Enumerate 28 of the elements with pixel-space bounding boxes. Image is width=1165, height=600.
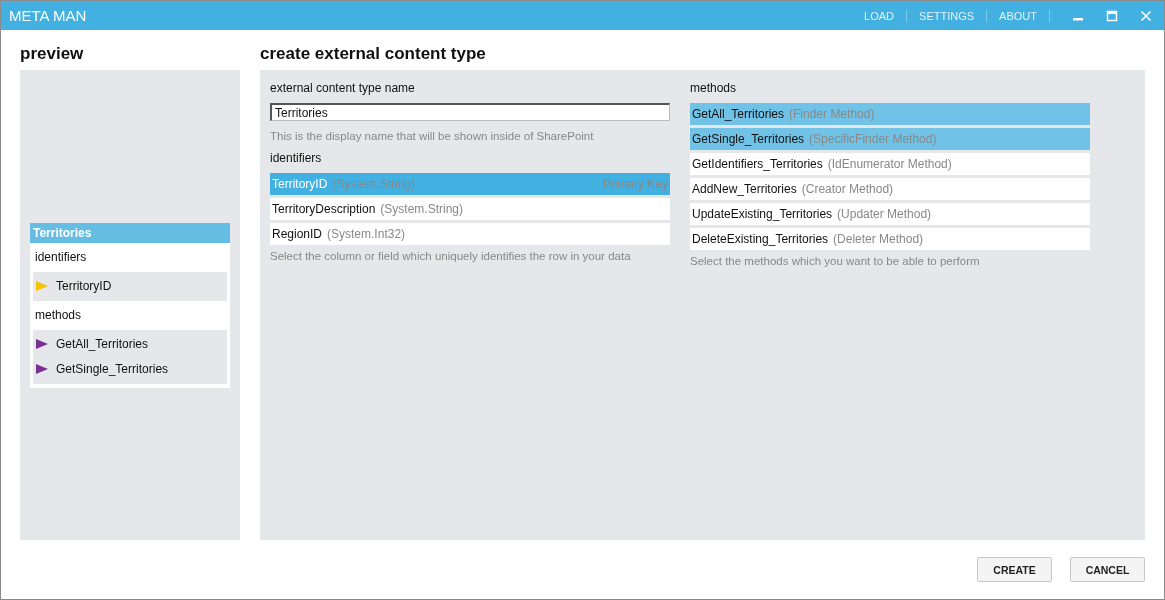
group-label: methods [34, 306, 83, 324]
preview-item[interactable]: GetSingle_Territories [56, 362, 169, 376]
close-icon[interactable] [1140, 9, 1152, 22]
name-input-field[interactable]: Territories [270, 103, 670, 121]
method-row[interactable]: GetIdentifiers_Territories (IdEnumerator Method) [690, 153, 1090, 175]
dialog-button[interactable]: CREATE [977, 557, 1052, 582]
preview-item[interactable]: TerritoryID [56, 279, 112, 293]
field-label: methods [690, 80, 738, 97]
field-label: identifiers [270, 150, 323, 167]
field-label: external content type name [270, 80, 416, 97]
preview-item[interactable]: GetAll_Territories [56, 337, 149, 351]
hint-text: This is the display name that will be shown inside of SharePoint [270, 130, 595, 142]
window-title: META MAN [9, 7, 88, 24]
method-row[interactable]: UpdateExisting_Territories (Updater Method) [690, 203, 1090, 225]
identifier-row[interactable]: TerritoryDescription (System.String) [270, 198, 670, 220]
section-heading: preview [20, 44, 85, 65]
method-row[interactable]: AddNew_Territories (Creator Method) [690, 178, 1090, 200]
method-row[interactable]: GetAll_Territories (Finder Method) [690, 103, 1090, 125]
method-row[interactable]: GetSingle_Territories (SpecificFinder Method) [690, 128, 1090, 150]
dialog-button[interactable]: CANCEL [1070, 557, 1145, 582]
group-label: identifiers [34, 248, 88, 266]
entity-title: Territories [30, 222, 230, 243]
hint-text: Select the column or field which uniquely identifies the row in your data [270, 250, 632, 262]
maximize-icon[interactable] [1106, 9, 1118, 22]
method-row[interactable]: DeleteExisting_Territories (Deleter Method) [690, 228, 1090, 250]
hint-text: Select the methods which you want to be able to perform [690, 255, 981, 267]
section-heading: create external content type [260, 44, 487, 65]
identifier-row[interactable]: RegionID (System.Int32) [270, 223, 670, 245]
